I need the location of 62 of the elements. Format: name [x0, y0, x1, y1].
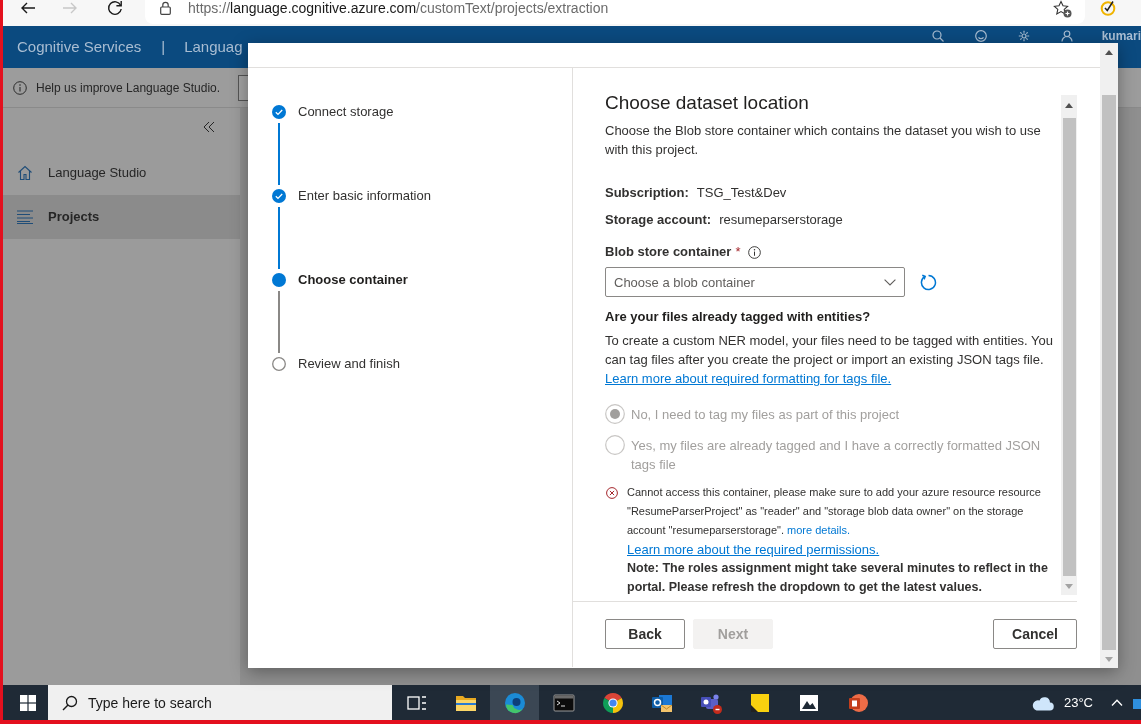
divider-text: | — [161, 36, 166, 57]
cloud-icon[interactable] — [1030, 694, 1055, 711]
back-icon[interactable] — [20, 0, 36, 16]
arrow-up-icon[interactable] — [1065, 102, 1073, 108]
permissions-link[interactable]: Learn more about the required permissions. — [627, 539, 880, 559]
user-name[interactable]: kumari — [1101, 30, 1141, 42]
blob-container-dropdown[interactable]: Choose a blob container — [605, 267, 905, 297]
required-mark: * — [735, 243, 741, 261]
refresh-icon[interactable] — [107, 0, 123, 16]
info-message: Help us improve Language Studio. — [36, 79, 221, 97]
error-icon — [606, 486, 618, 499]
gear-icon[interactable] — [1017, 30, 1030, 42]
detail-label: Storage account: — [605, 211, 712, 229]
browser-icon — [502, 690, 527, 715]
browser-icon — [600, 690, 625, 715]
search-icon[interactable] — [931, 30, 944, 42]
sidebar-item[interactable]: Language Studio — [3, 151, 240, 195]
windows-icon — [20, 694, 36, 711]
chevron-down-icon[interactable] — [884, 278, 896, 286]
formatting-link[interactable]: Learn more about required formatting for tags file. — [605, 371, 892, 386]
tagging-description: To create a custom NER model, your files need to be tagged with entities. You can tag files after you create the project or import an existing JSON tags file. Learn more about required formatting for tags file. — [605, 332, 1055, 388]
scrollbar-thumb[interactable] — [1062, 118, 1076, 576]
scrollbar[interactable] — [1100, 43, 1118, 668]
address-bar[interactable]: https://language.cognitive.azure.com/customText/projects/extraction — [145, 0, 1085, 24]
dialog-button[interactable]: Back — [605, 619, 685, 649]
lock-icon — [160, 1, 171, 15]
detail-value: TSG_Test&Dev — [696, 184, 787, 202]
temperature-text[interactable]: 23°C — [1063, 692, 1093, 713]
info-icon — [13, 80, 27, 95]
detail-label: Subscription: — [605, 184, 689, 202]
star-plus-icon[interactable] — [1053, 0, 1072, 18]
search-icon — [62, 694, 78, 711]
step-label: Enter basic information — [298, 188, 431, 204]
dialog-description: Choose the Blob store container which contains the dataset you wish to use with this project. — [605, 122, 1042, 159]
field-label: Blob store container — [605, 243, 732, 261]
error-message: Cannot access this container, please make sure to add your azure resource resource "ResumeParserProject" as "reader" and "storage blob data owner" on the storage account "resumeparserstorage". more details. — [627, 484, 1042, 538]
step-label: Choose container — [298, 272, 408, 288]
dialog-button[interactable]: Cancel — [993, 619, 1077, 649]
person-icon[interactable] — [1060, 30, 1073, 42]
home-icon — [17, 165, 33, 181]
section-title: Languag — [184, 36, 243, 57]
detail-value: resumeparserstorage — [719, 211, 843, 229]
info-icon[interactable] — [748, 245, 762, 259]
double-chevron-icon[interactable] — [203, 120, 215, 133]
scrollbar-thumb[interactable] — [1102, 95, 1116, 650]
question-text: Are your files already tagged with entities? — [605, 308, 871, 326]
sidebar-item[interactable]: Projects — [3, 195, 240, 239]
list-icon — [17, 210, 33, 224]
app-title: Cognitive Services — [17, 36, 142, 57]
smiley-icon[interactable] — [974, 30, 987, 42]
dialog-title: Choose dataset location — [605, 91, 809, 115]
step-label: Review and finish — [298, 356, 400, 372]
check-circle-icon[interactable] — [1100, 0, 1116, 16]
search-field[interactable]: Type here to search — [48, 685, 392, 720]
step-label: Connect storage — [298, 104, 394, 120]
arrow-up-icon[interactable] — [1105, 49, 1113, 55]
chevron-up-icon[interactable] — [1111, 699, 1123, 706]
url-text: https://language.cognitive.azure.com/customText/projects/extraction — [188, 0, 609, 16]
note-text: Note: The roles assignment might take several minutes to reflect in the portal. Please refresh the dropdown to get the latest values. — [627, 559, 1049, 596]
details-link[interactable]: more details. — [787, 523, 851, 536]
partial-button[interactable] — [238, 74, 248, 101]
scrollbar[interactable] — [1061, 95, 1077, 595]
